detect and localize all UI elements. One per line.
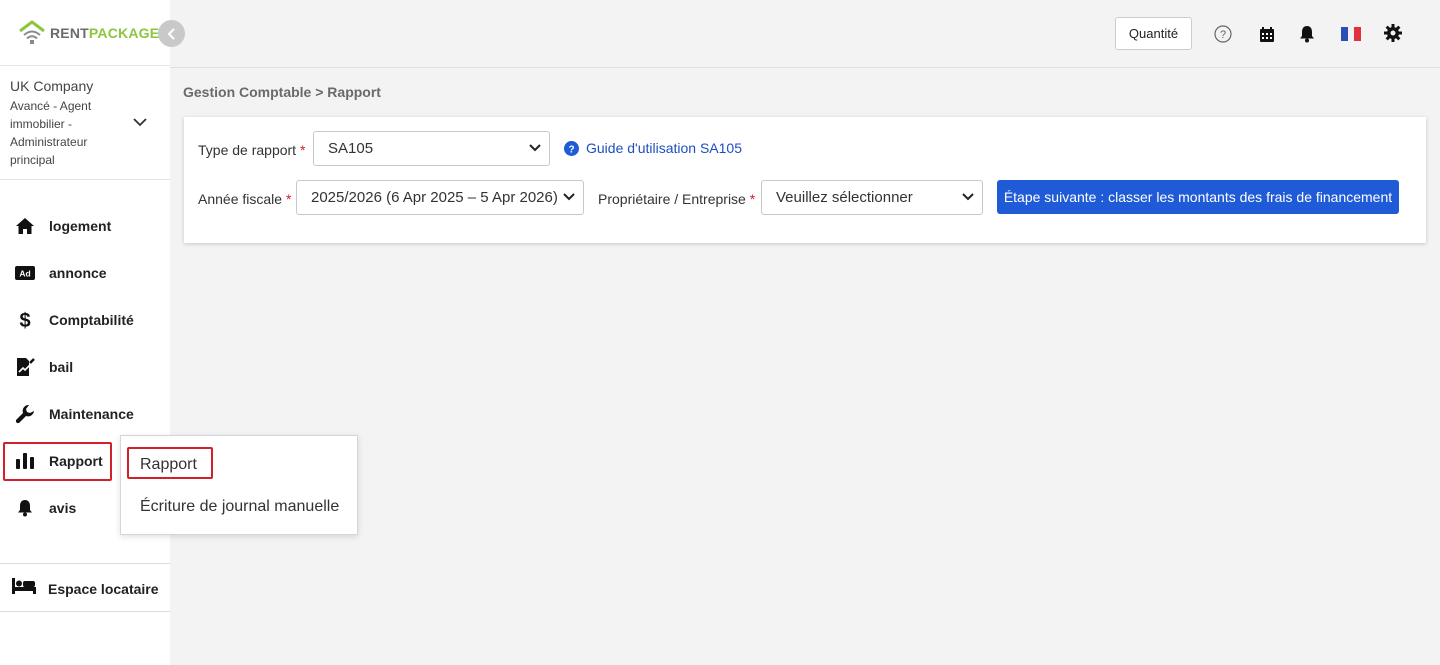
guide-link-text: Guide d'utilisation SA105 xyxy=(586,140,742,156)
svg-text:$: $ xyxy=(19,310,30,330)
chevron-down-icon xyxy=(962,193,974,201)
chevron-down-icon xyxy=(529,144,541,152)
svg-text:Ad: Ad xyxy=(19,268,30,278)
next-step-button[interactable]: Étape suivante : classer les montants de… xyxy=(997,180,1399,214)
logo[interactable]: RENTPACKAGE xyxy=(18,20,159,46)
wrench-icon xyxy=(14,403,36,425)
quantity-button[interactable]: Quantité xyxy=(1115,17,1192,50)
top-bar: Quantité ? xyxy=(170,0,1440,68)
house-icon xyxy=(14,215,36,237)
company-name: UK Company xyxy=(10,78,94,94)
bar-chart-icon xyxy=(14,450,36,472)
notification-bell-icon[interactable] xyxy=(1297,24,1317,44)
chevron-left-icon xyxy=(167,27,175,40)
fiscal-year-select[interactable]: 2025/2026 (6 Apr 2025 – 5 Apr 2026) xyxy=(296,180,584,215)
logo-area: RENTPACKAGE xyxy=(0,0,185,66)
svg-text:?: ? xyxy=(568,144,574,155)
help-icon[interactable]: ? xyxy=(1213,24,1233,44)
report-form-card: Type de rapport * SA105 ? Guide d'utilis… xyxy=(184,117,1426,243)
company-selector[interactable]: UK Company Avancé - Agent immobilier - A… xyxy=(0,66,170,180)
submenu-item-manual-journal[interactable]: Écriture de journal manuelle xyxy=(140,498,339,516)
nav-item-comptabilite[interactable]: $ Comptabilité xyxy=(0,296,170,343)
calendar-icon[interactable] xyxy=(1257,24,1277,44)
nav-item-espace-locataire[interactable]: Espace locataire xyxy=(0,566,170,612)
nav-item-annonce[interactable]: Ad annonce xyxy=(0,249,170,296)
nav-item-logement[interactable]: logement xyxy=(0,202,170,249)
contract-icon xyxy=(14,356,36,378)
breadcrumb: Gestion Comptable > Rapport xyxy=(183,84,381,100)
nav-label: avis xyxy=(49,499,77,516)
nav-label: Comptabilité xyxy=(49,311,134,328)
nav-label: Rapport xyxy=(49,452,103,469)
ad-icon: Ad xyxy=(14,262,36,284)
info-question-icon: ? xyxy=(564,140,579,156)
company-role: Avancé - Agent immobilier - Administrate… xyxy=(10,99,92,167)
nav-label: logement xyxy=(49,217,112,234)
fiscal-year-label: Année fiscale * xyxy=(198,191,292,207)
owner-placeholder: Veuillez sélectionner xyxy=(776,189,913,206)
logo-text: RENTPACKAGE xyxy=(50,25,160,41)
rapport-submenu: Rapport Écriture de journal manuelle xyxy=(120,435,358,535)
bed-icon xyxy=(12,578,36,599)
french-flag-icon[interactable] xyxy=(1341,24,1361,44)
nav-label: Espace locataire xyxy=(48,580,159,597)
nav-label: Maintenance xyxy=(49,405,134,422)
report-type-label: Type de rapport * xyxy=(198,142,306,158)
report-type-select[interactable]: SA105 xyxy=(313,131,550,166)
sidebar: RENTPACKAGE UK Company Avancé - Agent im… xyxy=(0,0,185,665)
submenu-item-rapport[interactable]: Rapport xyxy=(127,447,213,479)
report-type-value: SA105 xyxy=(328,140,374,157)
nav-label: annonce xyxy=(49,264,107,281)
nav-item-bail[interactable]: bail xyxy=(0,343,170,390)
svg-text:?: ? xyxy=(1220,29,1226,41)
chevron-down-icon xyxy=(133,118,147,127)
dollar-icon: $ xyxy=(14,309,36,331)
settings-gear-icon[interactable] xyxy=(1383,23,1403,43)
nav-item-maintenance[interactable]: Maintenance xyxy=(0,390,170,437)
owner-select[interactable]: Veuillez sélectionner xyxy=(761,180,983,215)
nav-divider xyxy=(0,563,170,564)
nav-label: bail xyxy=(49,358,74,375)
owner-label: Propriétaire / Entreprise * xyxy=(598,191,756,207)
collapse-sidebar-button[interactable] xyxy=(158,20,185,47)
guide-link[interactable]: ? Guide d'utilisation SA105 xyxy=(564,140,742,156)
fiscal-year-value: 2025/2026 (6 Apr 2025 – 5 Apr 2026) xyxy=(311,189,558,206)
chevron-down-icon xyxy=(563,193,575,201)
bell-icon xyxy=(14,497,36,519)
wifi-house-logo-icon xyxy=(19,20,45,44)
